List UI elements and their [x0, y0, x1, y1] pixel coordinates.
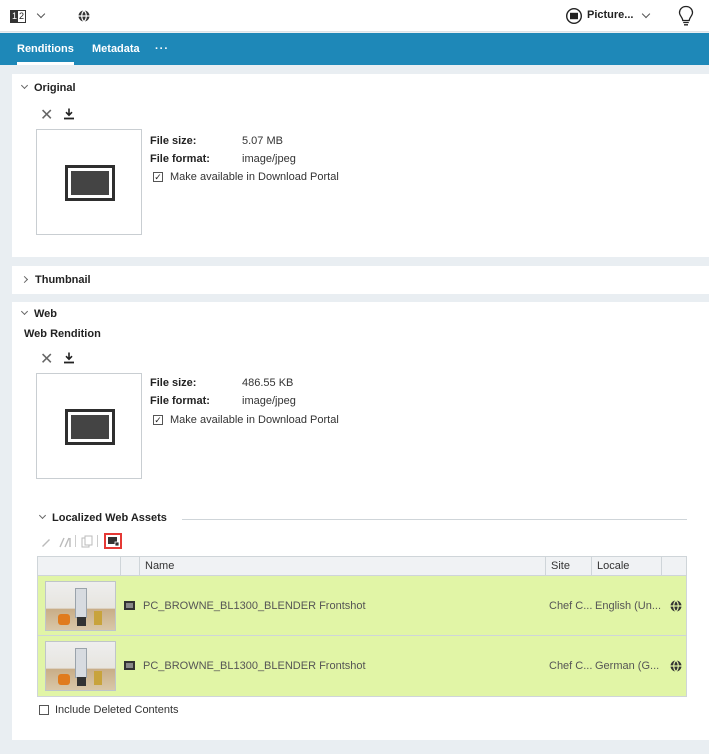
download-portal-label: Make available in Download Portal	[170, 414, 339, 426]
globe-icon	[670, 660, 682, 672]
remove-icon[interactable]: ✕	[40, 105, 53, 125]
show-thumbnails-button[interactable]	[104, 533, 122, 549]
download-icon[interactable]	[63, 108, 75, 120]
file-format-value: image/jpeg	[242, 395, 296, 407]
tab-more[interactable]: ···	[155, 33, 169, 65]
column-locale[interactable]: Locale	[591, 557, 661, 576]
section-divider	[182, 519, 687, 520]
compare-icon[interactable]	[58, 536, 72, 548]
chevron-down-icon	[20, 81, 29, 90]
chevron-down-icon[interactable]	[36, 9, 46, 19]
picture-type-label[interactable]: Picture...	[587, 9, 633, 21]
web-section-toggle[interactable]: Web	[20, 307, 58, 320]
tab-bar: Renditions Metadata ···	[0, 33, 709, 65]
include-deleted-checkbox[interactable]	[39, 705, 49, 715]
file-format-label: File format:	[150, 395, 210, 407]
table-row[interactable]: PC_BROWNE_BL1300_BLENDER Frontshot Chef …	[38, 576, 686, 636]
copy-icon[interactable]	[81, 535, 93, 548]
column-name[interactable]: Name	[139, 557, 546, 576]
asset-thumbnail	[45, 581, 116, 631]
picture-type-icon[interactable]	[566, 8, 582, 24]
original-heading: Original	[34, 82, 76, 94]
chevron-down-icon	[20, 307, 29, 316]
lightbulb-icon[interactable]	[678, 5, 694, 27]
asset-locale: English (Un...	[595, 600, 661, 612]
web-rendition-heading: Web Rendition	[24, 328, 101, 340]
thumbnail-section-toggle[interactable]: Thumbnail	[20, 274, 91, 286]
edit-pencil-icon[interactable]	[40, 536, 52, 548]
localized-assets-table: Name Site Locale PC_BROWNE_BL1300_BLENDE…	[37, 556, 687, 697]
toolbar-divider	[75, 535, 76, 547]
asset-locale: German (G...	[595, 660, 660, 672]
page-layout-icon[interactable]: 1 2	[10, 10, 26, 23]
asset-name: PC_BROWNE_BL1300_BLENDER Frontshot	[143, 600, 366, 612]
thumbnail-view-icon	[108, 537, 119, 546]
globe-icon[interactable]	[78, 10, 90, 22]
thumbnail-panel: Thumbnail	[12, 266, 709, 294]
download-portal-label: Make available in Download Portal	[170, 171, 339, 183]
tab-renditions[interactable]: Renditions	[17, 33, 74, 65]
header-type-cell	[120, 557, 140, 576]
chevron-down-icon[interactable]	[641, 9, 651, 19]
chevron-down-icon	[38, 511, 47, 520]
download-portal-checkbox[interactable]: ✓	[153, 172, 163, 182]
thumbnail-heading: Thumbnail	[35, 274, 91, 286]
file-size-value: 486.55 KB	[242, 377, 294, 389]
table-row[interactable]: PC_BROWNE_BL1300_BLENDER Frontshot Chef …	[38, 636, 686, 696]
original-panel: Original ✕ File size: 5.07 MB File forma…	[12, 74, 709, 257]
web-preview[interactable]	[36, 373, 142, 479]
top-toolbar: 1 2 Picture...	[0, 0, 709, 32]
download-icon[interactable]	[63, 352, 75, 364]
file-size-value: 5.07 MB	[242, 135, 283, 147]
original-section-toggle[interactable]: Original	[20, 81, 76, 94]
asset-name: PC_BROWNE_BL1300_BLENDER Frontshot	[143, 660, 366, 672]
image-placeholder-icon	[65, 165, 115, 201]
asset-site: Chef C...	[549, 660, 593, 672]
download-portal-checkbox[interactable]: ✓	[153, 415, 163, 425]
toolbar-divider	[97, 535, 98, 547]
asset-thumbnail	[45, 641, 116, 691]
localized-heading: Localized Web Assets	[52, 512, 167, 524]
picture-type-icon	[124, 601, 135, 610]
header-status-cell	[661, 557, 688, 576]
localized-section-toggle[interactable]: Localized Web Assets	[38, 511, 167, 524]
table-header: Name Site Locale	[38, 557, 686, 576]
picture-type-icon	[124, 661, 135, 670]
column-site[interactable]: Site	[545, 557, 591, 576]
file-format-label: File format:	[150, 153, 210, 165]
file-format-value: image/jpeg	[242, 153, 296, 165]
include-deleted-label: Include Deleted Contents	[55, 704, 179, 716]
file-size-label: File size:	[150, 377, 197, 389]
file-size-label: File size:	[150, 135, 197, 147]
globe-icon	[670, 600, 682, 612]
image-placeholder-icon	[65, 409, 115, 445]
tab-metadata[interactable]: Metadata	[92, 33, 140, 65]
chevron-right-icon	[20, 275, 29, 284]
original-preview[interactable]	[36, 129, 142, 235]
remove-icon[interactable]: ✕	[40, 349, 53, 369]
asset-site: Chef C...	[549, 600, 593, 612]
page-layout-left: 1	[11, 11, 18, 22]
web-heading: Web	[34, 308, 58, 320]
page-layout-right: 2	[18, 11, 24, 21]
